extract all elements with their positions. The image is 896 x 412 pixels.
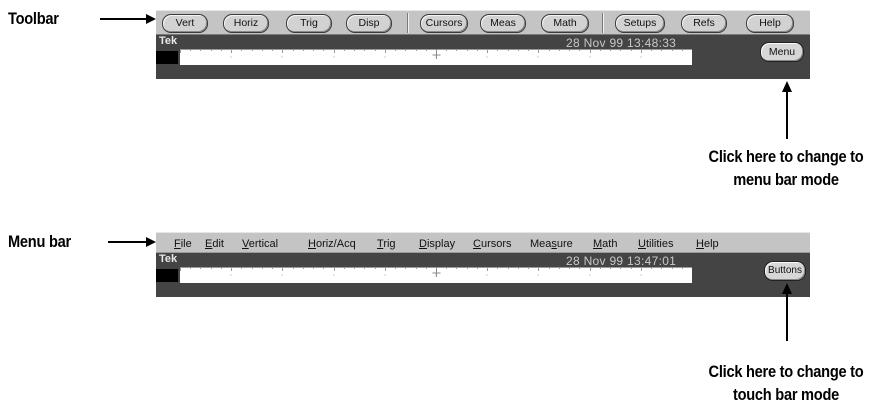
brand-label: Tek	[159, 253, 178, 265]
toolbar-panel: Vert Horiz Trig Disp Cursors Meas Math S…	[156, 10, 810, 79]
menu-bar-callout: Menu bar	[8, 232, 71, 251]
trig-button[interactable]: Trig	[286, 14, 332, 33]
menu-horiz-acq[interactable]: Horiz/Acq	[308, 238, 356, 250]
menu-bar-callout-arrow	[108, 237, 156, 247]
brand-label: Tek	[159, 35, 178, 47]
menu-trig[interactable]: Trig	[377, 238, 396, 250]
vert-button[interactable]: Vert	[162, 14, 208, 33]
menu-mode-button[interactable]: Menu	[760, 42, 804, 62]
channel-marker	[156, 51, 178, 64]
menu-mode-arrow	[782, 81, 792, 139]
menu-bar: File Edit Vertical Horiz/Acq Trig Displa…	[156, 232, 810, 253]
menu-file[interactable]: File	[174, 238, 192, 250]
toolbar-separator	[407, 13, 409, 33]
channel-marker	[156, 269, 178, 282]
menu-edit[interactable]: Edit	[205, 238, 224, 250]
touch-mode-note: Click here to change to touch bar mode	[697, 360, 874, 406]
menu-display[interactable]: Display	[419, 238, 455, 250]
graticule	[180, 49, 692, 65]
cursors-button[interactable]: Cursors	[420, 14, 468, 33]
toolbar-callout: Toolbar	[8, 9, 59, 28]
toolbar-separator	[602, 13, 604, 33]
setups-button[interactable]: Setups	[615, 14, 665, 33]
date-time-readout: 28 Nov 99 13:48:33	[566, 36, 677, 50]
menu-cursors[interactable]: Cursors	[473, 238, 512, 250]
menu-vertical[interactable]: Vertical	[242, 238, 278, 250]
waveform-screen: Tek 28 Nov 99 13:48:33 Menu	[156, 35, 810, 79]
touch-mode-note-line2: touch bar mode	[732, 385, 840, 404]
math-button[interactable]: Math	[541, 14, 589, 33]
menu-utilities[interactable]: Utilities	[638, 238, 673, 250]
waveform-screen: Tek 28 Nov 99 13:47:01 Buttons	[156, 253, 810, 297]
help-button[interactable]: Help	[746, 14, 794, 33]
menu-help[interactable]: Help	[696, 238, 719, 250]
menu-mode-note: Click here to change to menu bar mode	[697, 145, 874, 191]
menu-measure[interactable]: Measure	[530, 238, 573, 250]
disp-button[interactable]: Disp	[346, 14, 392, 33]
graticule	[180, 267, 692, 283]
menubar-panel: File Edit Vertical Horiz/Acq Trig Displa…	[156, 232, 810, 299]
toolbar-callout-arrow	[100, 14, 156, 24]
buttons-mode-button[interactable]: Buttons	[764, 261, 806, 281]
touch-mode-note-line1: Click here to change to	[708, 362, 864, 381]
horiz-button[interactable]: Horiz	[223, 14, 269, 33]
menu-mode-note-line1: Click here to change to	[708, 147, 864, 166]
date-time-readout: 28 Nov 99 13:47:01	[566, 254, 677, 268]
menu-math[interactable]: Math	[593, 238, 617, 250]
touch-mode-arrow	[782, 283, 792, 341]
toolbar: Vert Horiz Trig Disp Cursors Meas Math S…	[156, 10, 810, 35]
meas-button[interactable]: Meas	[480, 14, 526, 33]
refs-button[interactable]: Refs	[681, 14, 727, 33]
menu-mode-note-line2: menu bar mode	[733, 170, 839, 189]
